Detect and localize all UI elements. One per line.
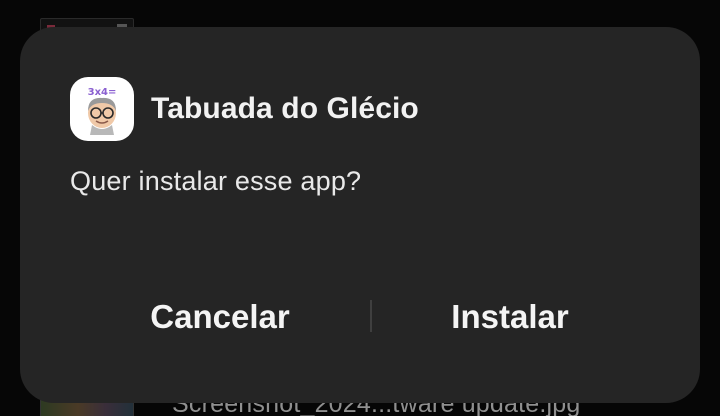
install-prompt: Quer instalar esse app? [70, 166, 362, 196]
app-icon: 3x4= [70, 77, 134, 141]
app-name: Tabuada do Glécio [151, 92, 419, 125]
app-header: 3x4= Tabuada do Glécio [70, 77, 419, 141]
screen: Screenshot_2024...tware update.jpg 3x4= … [0, 0, 720, 416]
dialog-actions: Cancelar Instalar [20, 277, 700, 357]
install-dialog: 3x4= Tabuada do Glécio Quer instalar ess… [20, 27, 700, 403]
bitmoji-avatar-icon: 3x4= [88, 87, 117, 135]
install-button[interactable]: Instalar [340, 277, 680, 357]
icon-text: 3x4= [88, 87, 117, 98]
